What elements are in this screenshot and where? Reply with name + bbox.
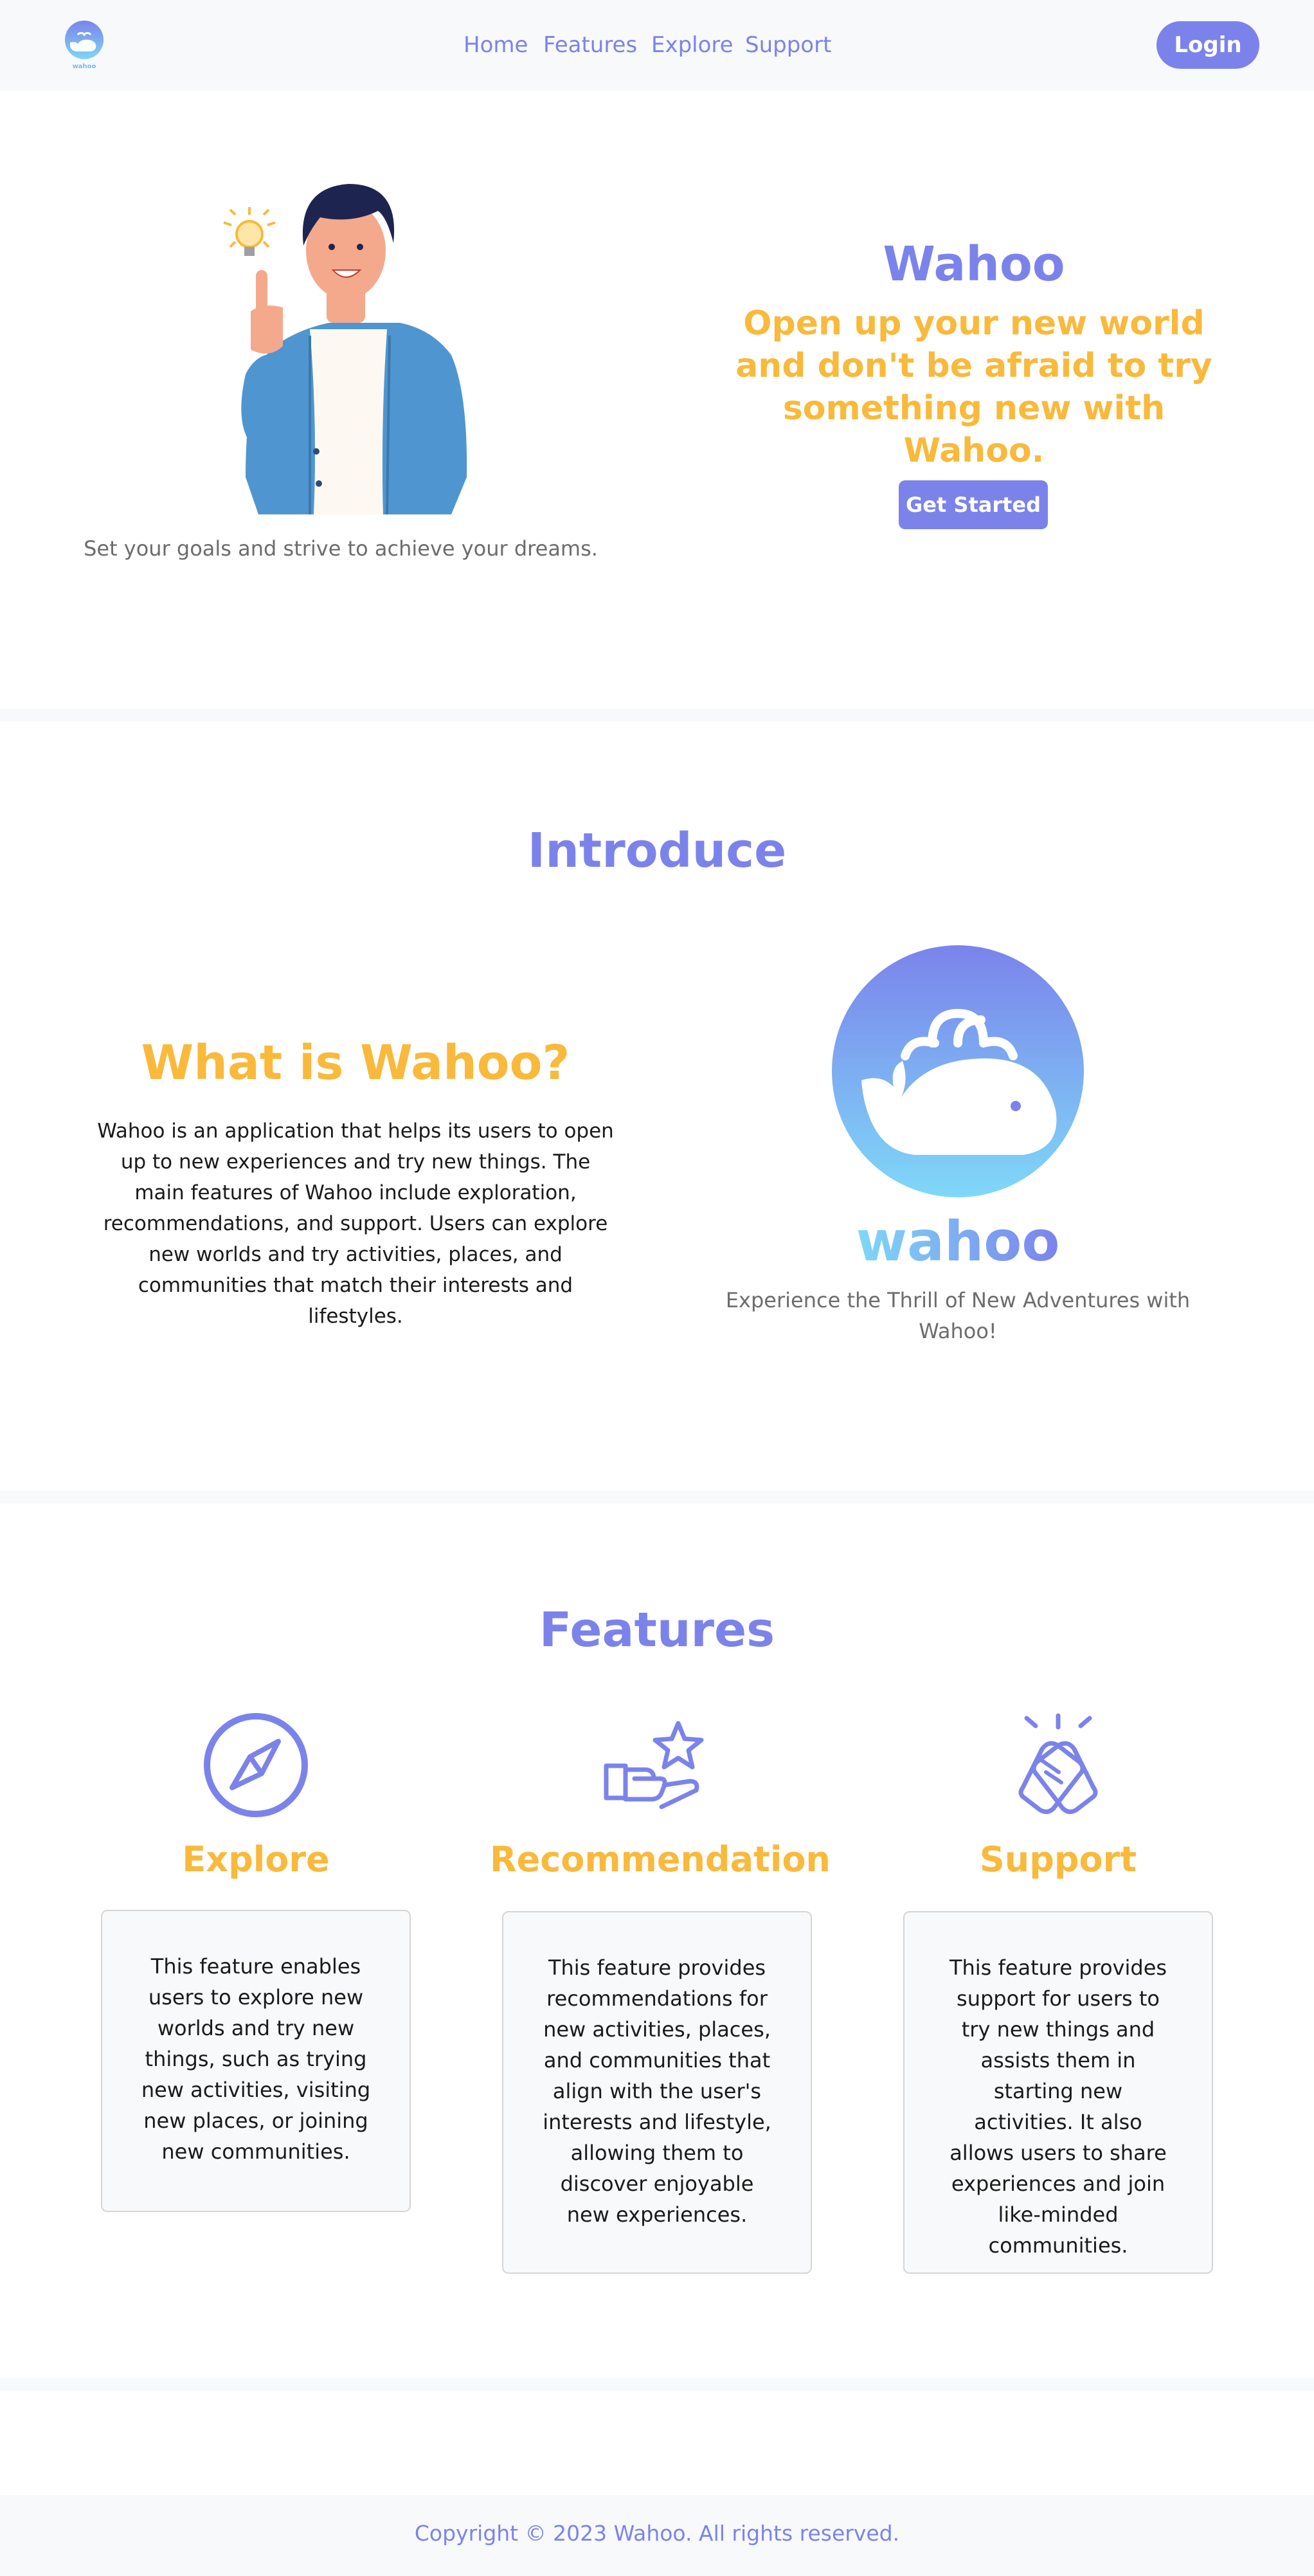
feature-card-explore: This feature enables users to explore ne… [101,1910,411,2212]
wahoo-logo: wahoo [829,945,1086,1274]
feature-title-support: Support [979,1839,1137,1880]
nav-support[interactable]: Support [745,32,831,58]
compass-icon [201,1710,310,1820]
copyright-text: Copyright © 2023 Wahoo. All rights reser… [414,2521,900,2546]
feature-card-support: This feature provides support for users … [903,1911,1213,2274]
feature-title-explore: Explore [182,1839,330,1880]
get-started-button[interactable]: Get Started [899,480,1048,529]
hero-caption: Set your goals and strive to achieve you… [84,536,598,561]
nav-home[interactable]: Home [464,32,528,58]
hero-title: Wahoo [883,237,1065,292]
features-heading: Features [539,1602,775,1658]
hand-star-icon [602,1710,712,1820]
section-divider [0,709,1314,721]
what-is-wahoo-text: Wahoo is an application that helps its u… [97,1120,614,1328]
introduce-heading: Introduce [527,823,787,878]
introduce-caption: Experience the Thrill of New Adventures … [725,1288,1191,1343]
feature-card-recommendation: This feature provides recommendations fo… [502,1911,812,2274]
hero-tagline: Open up your new world and don't be afra… [735,304,1212,470]
nav-explore[interactable]: Explore [651,32,734,58]
svg-text:wahoo: wahoo [73,63,96,69]
brand-logo[interactable]: wahoo [64,21,105,70]
svg-text:wahoo: wahoo [856,1210,1060,1270]
hero-illustration [213,175,468,515]
section-divider [0,1491,1314,1503]
feature-title-recommendation: Recommendation [490,1839,831,1880]
what-is-wahoo-heading: What is Wahoo? [141,1035,570,1091]
nav-features[interactable]: Features [543,32,637,58]
high-five-icon [1004,1710,1113,1820]
section-divider [0,2378,1314,2391]
lightbulb-icon [223,207,276,256]
login-button[interactable]: Login [1156,21,1259,69]
